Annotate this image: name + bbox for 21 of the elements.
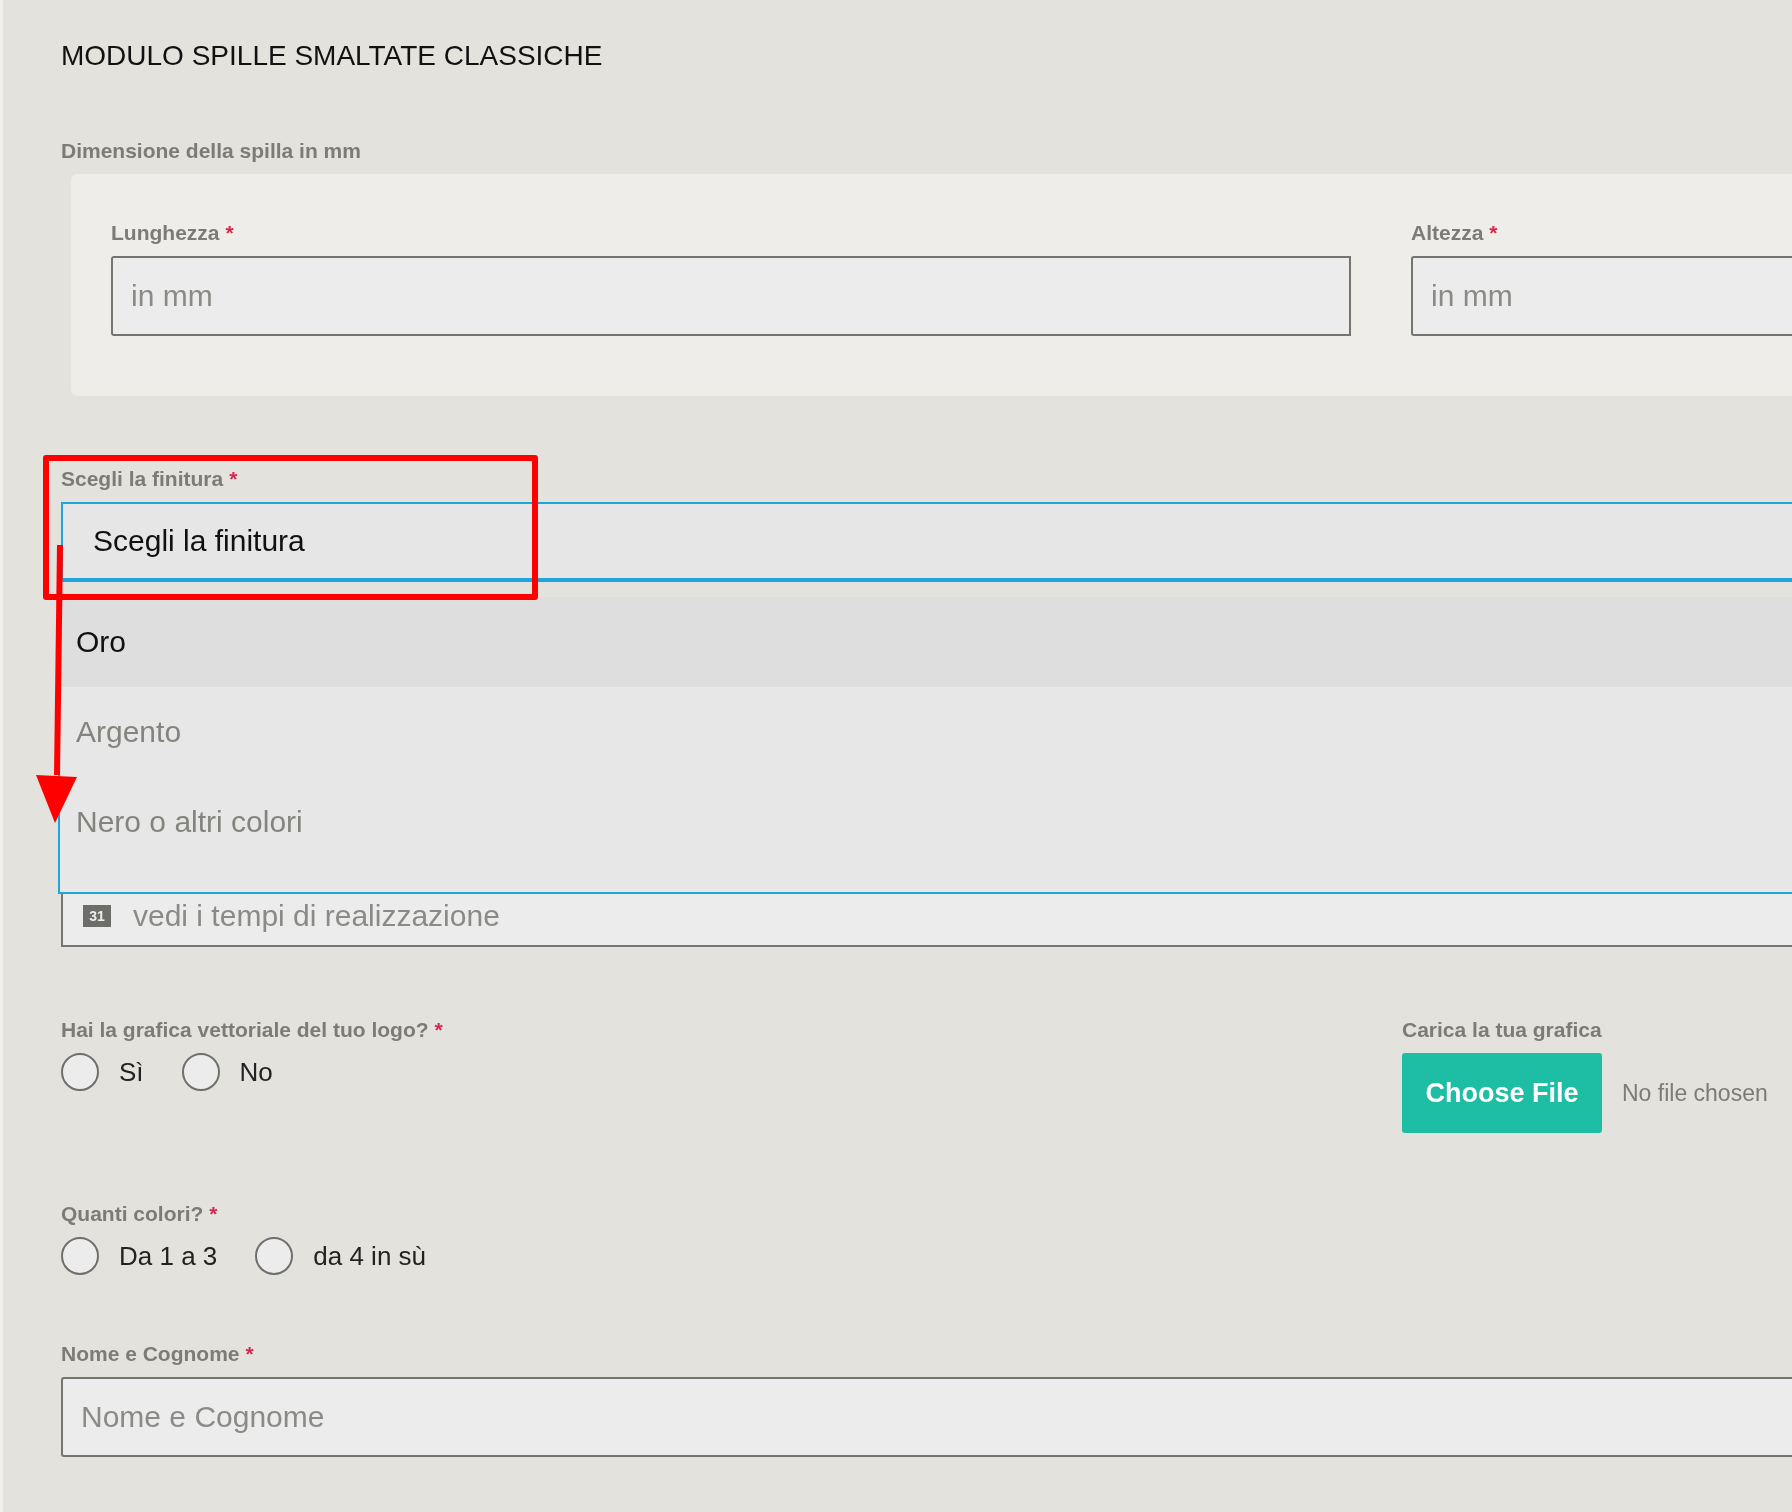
- calendar-icon: 31: [83, 905, 111, 927]
- form-title: MODULO SPILLE SMALTATE CLASSICHE: [61, 39, 604, 73]
- field-label: Hai la grafica vettoriale del tuo logo? *: [61, 1017, 443, 1043]
- dropdown-field[interactable]: Scegli la finitura: [61, 502, 1792, 582]
- radio-option[interactable]: Da 1 a 3: [61, 1237, 218, 1275]
- field-label: Scegli la finitura *: [61, 466, 239, 492]
- radio-option[interactable]: No: [181, 1053, 273, 1091]
- field-label: Altezza *: [1411, 220, 1499, 246]
- field-label: Carica la tua grafica: [1402, 1017, 1603, 1043]
- input-field[interactable]: Nome e Cognome: [61, 1377, 1792, 1457]
- section-label: Dimensione della spilla in mm: [61, 138, 362, 164]
- file-status: No file chosen: [1622, 1079, 1768, 1107]
- radio-option[interactable]: Sì: [61, 1053, 144, 1091]
- date-placeholder: vedi i tempi di realizzazione: [133, 899, 500, 933]
- field-label: Lunghezza *: [111, 220, 235, 246]
- radio-option[interactable]: da 4 in sù: [255, 1237, 427, 1275]
- dropdown-option[interactable]: Oro: [60, 597, 1792, 687]
- input-field[interactable]: in mm: [1411, 256, 1792, 336]
- input-field[interactable]: in mm: [111, 256, 1351, 336]
- field-label: Nome e Cognome *: [61, 1341, 255, 1367]
- field-label: Quanti colori? *: [61, 1201, 219, 1227]
